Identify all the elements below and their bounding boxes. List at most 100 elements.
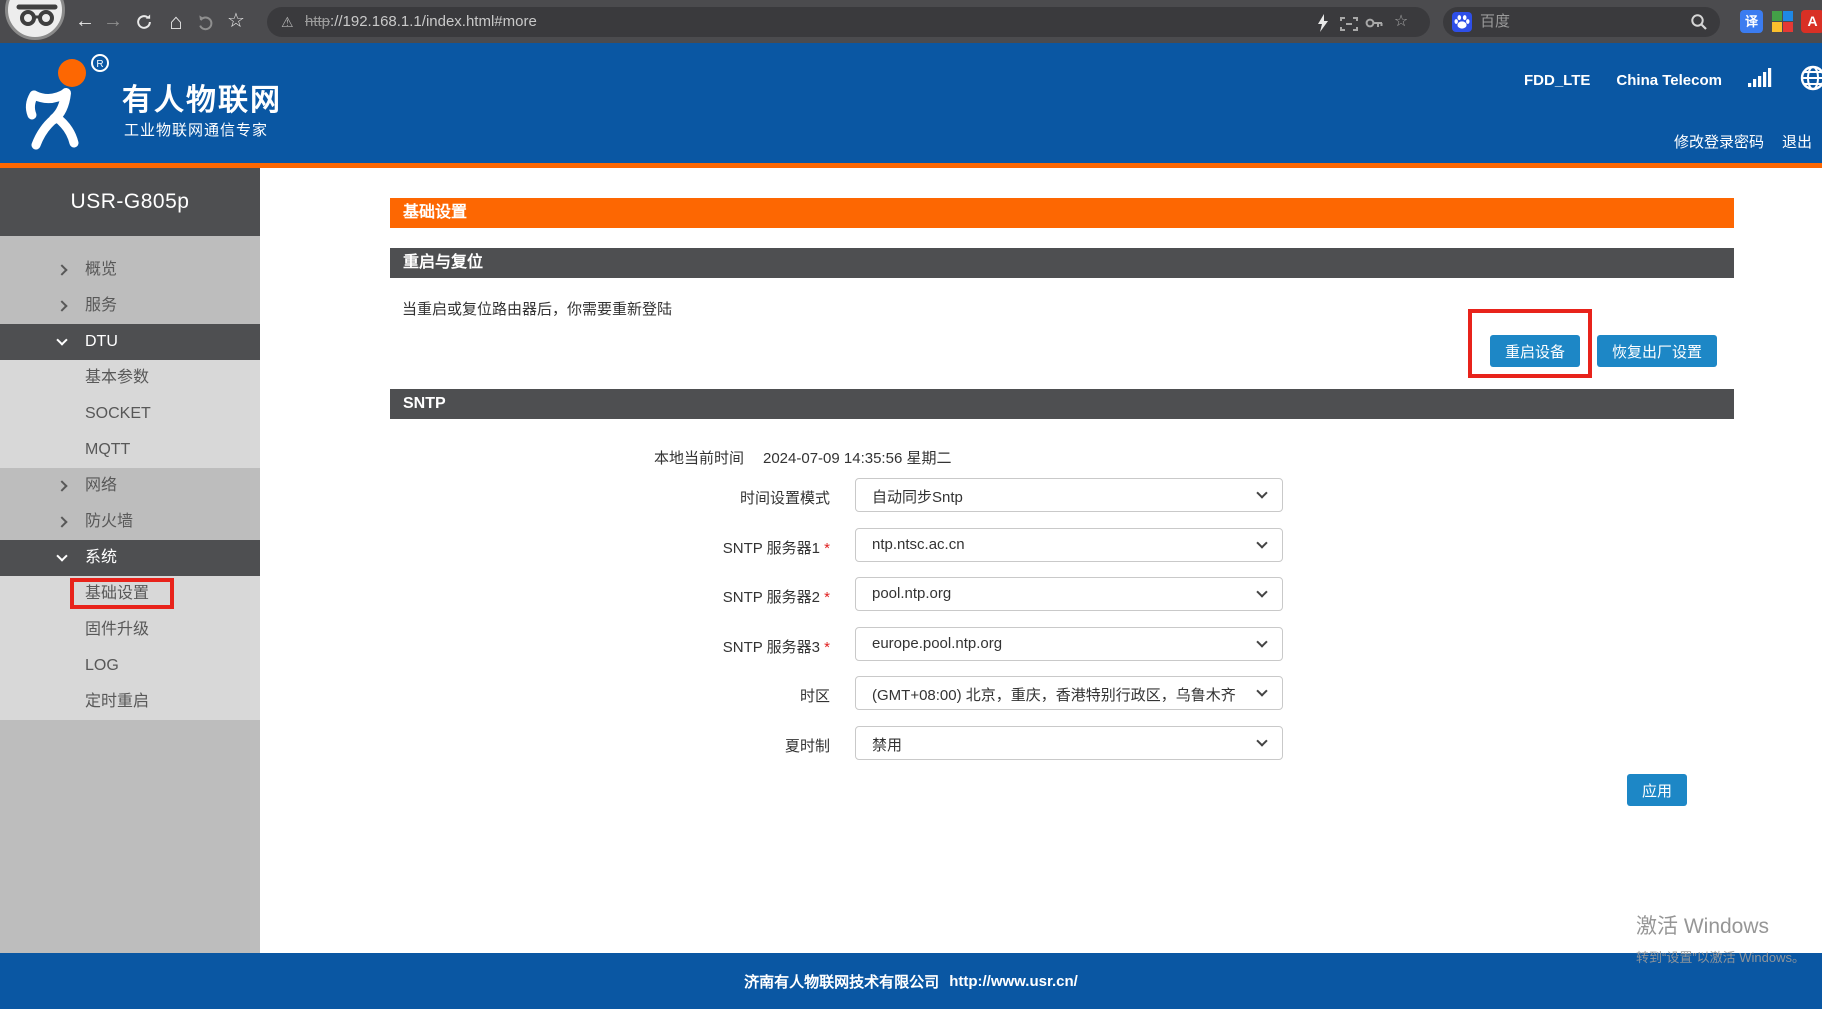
chevron-down-icon [1256,487,1267,498]
field-label: 时区 [390,685,830,706]
factory-reset-button[interactable]: 恢复出厂设置 [1597,335,1717,367]
sidebar-item-label: DTU [85,324,118,360]
baidu-search-box[interactable]: 百度 [1443,7,1720,37]
spy-glasses-icon [15,1,59,31]
footer: 济南有人物联网技术有限公司 http://www.usr.cn/ [0,953,1822,1009]
undo-button[interactable] [192,0,220,43]
sidebar-item-system[interactable]: 系统 [0,540,260,576]
sidebar-item-scheduled-restart[interactable]: 定时重启 [0,684,260,720]
sidebar-item-label: 基本参数 [85,360,149,396]
reload-icon [135,13,153,31]
page-title: 基础设置 [390,198,1734,228]
device-model-title: USR-G805p [0,168,260,236]
sidebar-item-services[interactable]: 服务 [0,288,260,324]
sidebar-menu: 概览服务DTU基本参数SOCKETMQTT网络防火墙系统基础设置固件升级LOG定… [0,236,260,720]
field-label: SNTP 服务器1 * [390,537,830,558]
sidebar-item-firmware-upgrade[interactable]: 固件升级 [0,612,260,648]
reboot-device-button[interactable]: 重启设备 [1490,335,1580,367]
sidebar-item-network[interactable]: 网络 [0,468,260,504]
dst-select[interactable]: 禁用 [855,726,1283,760]
chevron-down-icon [56,550,67,561]
sntp-server2-select[interactable]: pool.ntp.org [855,577,1283,611]
translate-extension-icon[interactable]: 译 [1740,10,1763,33]
sidebar-item-label: LOG [85,648,119,684]
windows-activation-watermark: 激活 Windows 转到“设置”以激活 Windows。 [1636,910,1805,966]
local-time-value: 2024-07-09 14:35:56 星期二 [763,447,951,468]
sidebar-item-label: 概览 [85,252,117,288]
sidebar-item-basic-params[interactable]: 基本参数 [0,360,260,396]
pdf-reader-extension-icon[interactable]: A [1801,10,1822,33]
form-row-time-mode: 时间设置模式 自动同步Sntp [390,478,1734,514]
baidu-paw-icon [1452,12,1472,32]
address-bar[interactable]: ⚠ http://192.168.1.1/index.html#more [267,7,1430,37]
footer-website-link[interactable]: http://www.usr.cn/ [949,973,1078,990]
sntp-server3-select[interactable]: europe.pool.ntp.org [855,627,1283,661]
sidebar-item-mqtt[interactable]: MQTT [0,432,260,468]
apply-button[interactable]: 应用 [1627,774,1687,806]
sidebar-item-label: 防火墙 [85,504,133,540]
incognito-avatar-icon[interactable] [5,0,65,40]
select-value: ntp.ntsc.ac.cn [872,536,965,553]
sntp-server1-select[interactable]: ntp.ntsc.ac.cn [855,528,1283,562]
carrier-label: China Telecom [1616,72,1722,89]
sidebar-item-label: SOCKET [85,396,151,432]
field-label: SNTP 服务器2 * [390,586,830,607]
sidebar-item-log[interactable]: LOG [0,648,260,684]
forward-button[interactable]: → [99,0,127,43]
sidebar-item-label: 定时重启 [85,684,149,720]
back-button[interactable]: ← [71,0,99,43]
time-mode-select[interactable]: 自动同步Sntp [855,478,1283,512]
header-accent-line [0,163,1822,168]
globe-icon[interactable] [1800,65,1822,96]
reload-button[interactable] [130,0,158,43]
sidebar-item-dtu[interactable]: DTU [0,324,260,360]
url-text: http://192.168.1.1/index.html#more [305,7,537,37]
search-icon[interactable] [1690,13,1708,36]
extensions-grid-icon[interactable] [1771,10,1794,33]
select-value: europe.pool.ntp.org [872,635,1002,652]
not-secure-warning-icon: ⚠ [281,7,294,37]
sidebar-item-label: MQTT [85,432,130,468]
field-label: SNTP 服务器3 * [390,636,830,657]
chevron-down-icon [1256,586,1267,597]
change-password-link[interactable]: 修改登录密码 [1674,131,1764,152]
required-asterisk: * [820,639,830,656]
watermark-line2: 转到“设置”以激活 Windows。 [1636,947,1805,966]
chevron-right-icon [56,480,67,491]
reboot-section-title: 重启与复位 [390,248,1734,278]
browser-toolbar: ← → ⌂ ☆ ⚠ http://192.168.1.1/index.html#… [0,0,1822,43]
chevron-down-icon [1256,636,1267,647]
chevron-right-icon [56,516,67,527]
watermark-line1: 激活 Windows [1636,910,1805,940]
sidebar-item-label: 服务 [85,288,117,324]
sidebar-item-label: 系统 [85,540,117,576]
required-asterisk: * [820,589,830,606]
svg-text:R: R [96,59,103,70]
search-placeholder: 百度 [1480,7,1510,37]
field-label: 时间设置模式 [390,487,830,508]
logout-link[interactable]: 退出 [1782,131,1812,152]
timezone-select[interactable]: (GMT+08:00) 北京，重庆，香港特别行政区，乌鲁木齐 [855,676,1283,710]
sidebar-item-basic-settings[interactable]: 基础设置 [0,576,260,612]
app-header: R 有人物联网 工业物联网通信专家 FDD_LTE China Telecom [0,43,1822,163]
form-row-dst: 夏时制禁用 [390,726,1734,762]
bookmark-page-star-icon[interactable]: ☆ [1390,13,1412,31]
sidebar-item-overview[interactable]: 概览 [0,252,260,288]
url-rest: ://192.168.1.1/index.html#more [330,13,537,30]
screen: ← → ⌂ ☆ ⚠ http://192.168.1.1/index.html#… [0,0,1822,1009]
form-row-sntp-server3: SNTP 服务器3 * europe.pool.ntp.org [390,627,1734,663]
home-button[interactable]: ⌂ [162,0,190,43]
sidebar-item-firewall[interactable]: 防火墙 [0,504,260,540]
main-content: 基础设置 重启与复位 当重启或复位路由器后，你需要重新登陆 重启设备 恢复出厂设… [390,198,1734,838]
footer-company: 济南有人物联网技术有限公司 [744,971,939,992]
form-row-sntp-server2: SNTP 服务器2 * pool.ntp.org [390,577,1734,613]
frame-capture-icon[interactable] [1338,13,1360,31]
key-icon[interactable] [1363,13,1385,31]
sidebar: USR-G805p 概览服务DTU基本参数SOCKETMQTT网络防火墙系统基础… [0,168,260,953]
signal-strength-icon [1748,68,1774,93]
sidebar-item-socket[interactable]: SOCKET [0,396,260,432]
select-value: 自动同步Sntp [872,486,963,507]
lightning-icon[interactable] [1312,13,1334,31]
bookmark-star-icon[interactable]: ☆ [222,0,250,43]
field-label: 本地当前时间 [390,447,744,468]
